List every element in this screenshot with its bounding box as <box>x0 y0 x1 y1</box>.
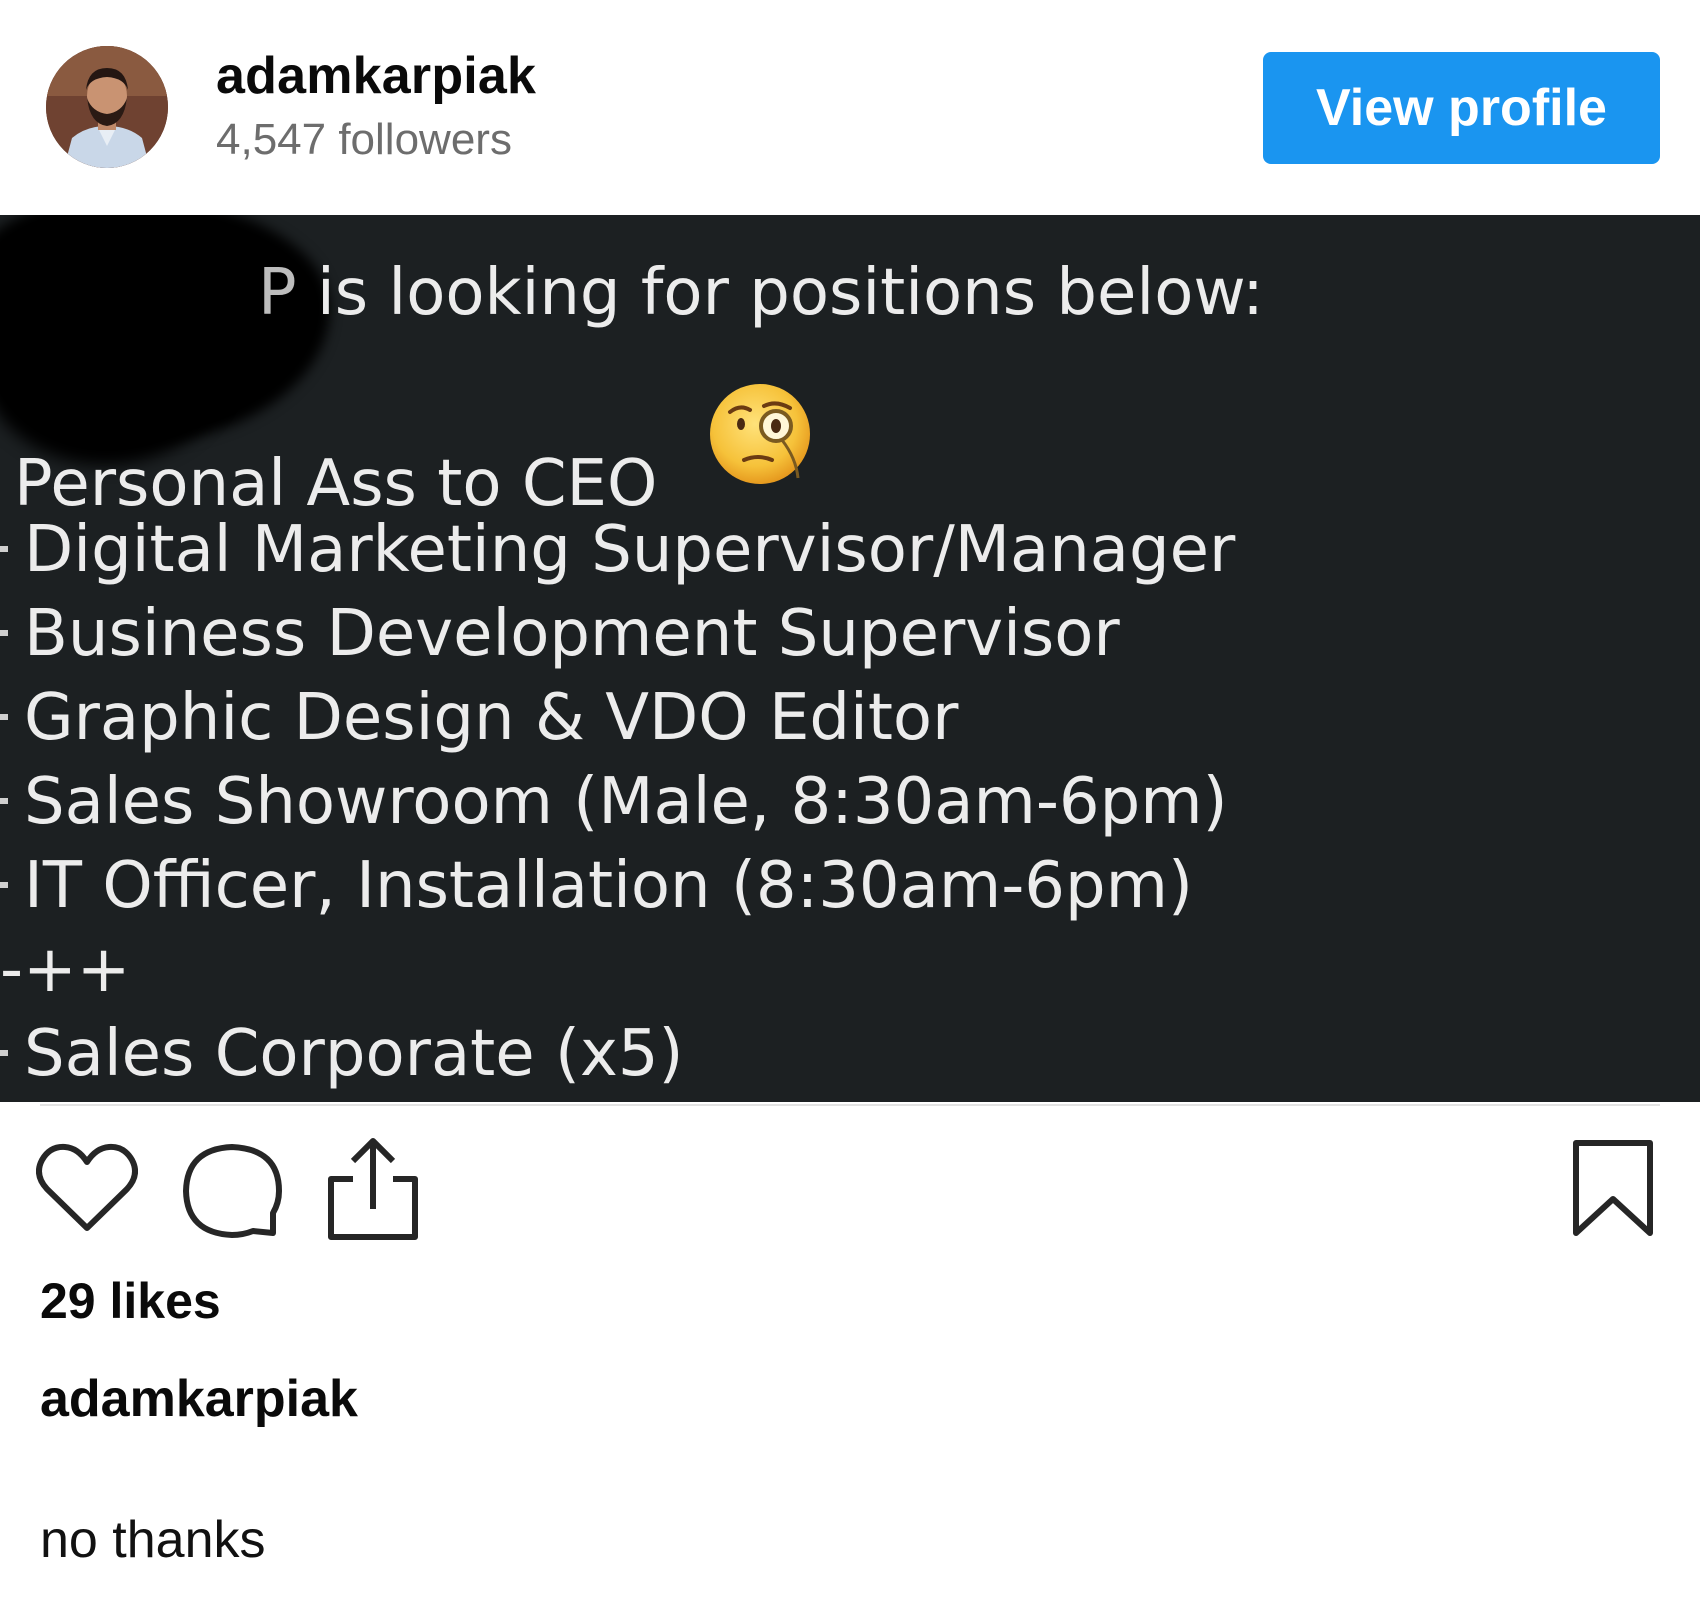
bullet-mark <box>0 1050 8 1057</box>
image-line: Personal Ass to CEO <box>14 446 657 522</box>
like-count[interactable]: 29 likes <box>40 1270 221 1332</box>
image-line: Digital Marketing Supervisor/Manager <box>0 512 1235 588</box>
image-line-text: Sales Showroom (Male, 8:30am-6pm) <box>24 765 1228 839</box>
image-line-text: Business Development Supervisor <box>24 597 1120 671</box>
image-line: Graphic Design & VDO Editor <box>0 680 958 756</box>
image-line-text: Digital Marketing Supervisor/Manager <box>24 513 1236 587</box>
view-profile-button[interactable]: View profile <box>1263 52 1660 164</box>
heart-icon[interactable] <box>35 1142 139 1234</box>
face-with-monocle-emoji <box>710 384 810 484</box>
bullet-mark <box>0 882 8 889</box>
caption-username[interactable]: adamkarpiak <box>40 1367 358 1431</box>
follower-count: 4,547 followers <box>216 115 512 164</box>
image-heading-fragment: P <box>258 256 297 330</box>
divider <box>40 1104 1660 1106</box>
image-line: Business Development Supervisor <box>0 596 1120 672</box>
share-icon[interactable] <box>325 1135 421 1241</box>
bullet-mark <box>0 630 8 637</box>
image-heading: P is looking for positions below: <box>258 255 1264 331</box>
image-line-text: IT Officer, Installation (8:30am-6pm) <box>24 849 1193 923</box>
bullet-mark <box>0 546 8 553</box>
image-line: -++ <box>0 932 130 1008</box>
image-line-text: Sales Corporate (x5) <box>24 1017 684 1091</box>
caption-text: no thanks <box>40 1511 266 1569</box>
post-header: adamkarpiak 4,547 followers View profile <box>0 0 1700 215</box>
image-line: Sales Corporate (x5) <box>0 1016 684 1092</box>
comment-icon[interactable] <box>181 1141 283 1239</box>
image-line: IT Officer, Installation (8:30am-6pm) <box>0 848 1193 924</box>
post-username[interactable]: adamkarpiak <box>216 44 536 108</box>
bullet-mark <box>0 714 8 721</box>
image-line-text: -++ <box>0 933 131 1007</box>
post-image[interactable]: P is looking for positions below: Person… <box>0 215 1700 1102</box>
image-heading-text: is looking for positions below: <box>296 256 1264 330</box>
bookmark-icon[interactable] <box>1570 1139 1656 1237</box>
image-line: Sales Showroom (Male, 8:30am-6pm) <box>0 764 1228 840</box>
image-line-text: Graphic Design & VDO Editor <box>24 681 959 755</box>
image-line-text: Personal Ass to CEO <box>14 447 658 521</box>
bullet-mark <box>0 798 8 805</box>
avatar[interactable] <box>46 46 168 168</box>
avatar-image <box>46 46 168 168</box>
